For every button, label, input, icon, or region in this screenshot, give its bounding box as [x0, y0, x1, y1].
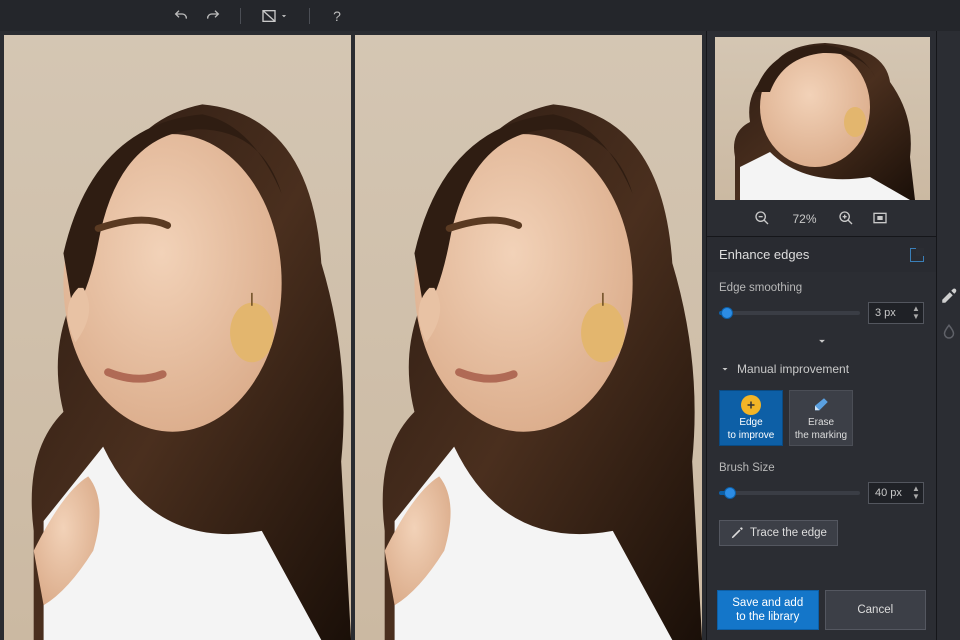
edge-smoothing-label: Edge smoothing [719, 282, 924, 294]
plus-circle-icon [741, 395, 761, 415]
popout-icon[interactable] [910, 248, 924, 262]
panel-footer: Save and add to the library Cancel [707, 582, 936, 640]
panel-header: Enhance edges [707, 237, 936, 272]
cancel-button[interactable]: Cancel [825, 590, 927, 630]
edge-smoothing-stepper[interactable]: 3 px ▲▼ [868, 302, 924, 324]
eyedropper-icon[interactable] [940, 287, 958, 305]
chevron-down-icon [279, 11, 289, 21]
trace-edge-button[interactable]: Trace the edge [719, 520, 838, 546]
undo-button[interactable] [170, 5, 192, 27]
toolbar-separator [309, 8, 310, 24]
panel-title: Enhance edges [719, 247, 809, 262]
droplet-icon[interactable] [940, 323, 958, 341]
edge-smoothing-slider[interactable] [719, 311, 860, 315]
help-button[interactable]: ? [326, 5, 348, 27]
preview-thumbnail[interactable] [707, 31, 936, 204]
erase-marking-tool[interactable]: Erase the marking [789, 390, 853, 446]
redo-button[interactable] [202, 5, 224, 27]
step-down-icon[interactable]: ▼ [911, 493, 921, 501]
eraser-icon [811, 395, 831, 415]
zoom-value: 72% [788, 212, 822, 226]
save-add-library-button[interactable]: Save and add to the library [717, 590, 819, 630]
right-toolstrip [936, 31, 960, 640]
fit-screen-icon[interactable] [872, 210, 890, 228]
after-pane[interactable] [355, 35, 702, 640]
top-toolbar: ? [0, 0, 960, 31]
zoom-out-icon[interactable] [754, 210, 772, 228]
collapse-chevron-icon[interactable] [719, 332, 924, 348]
side-panel: 72% Enhance edges Edge smoothing [706, 31, 936, 640]
toolbar-separator [240, 8, 241, 24]
step-down-icon[interactable]: ▼ [911, 313, 921, 321]
brush-size-label: Brush Size [719, 462, 924, 474]
canvas-compare-area [0, 31, 706, 640]
pencil-icon [730, 526, 744, 540]
brush-size-stepper[interactable]: 40 px ▲▼ [868, 482, 924, 504]
before-pane[interactable] [4, 35, 351, 640]
brush-size-slider[interactable] [719, 491, 860, 495]
edge-to-improve-tool[interactable]: Edge to improve [719, 390, 783, 446]
view-mode-dropdown[interactable] [257, 8, 293, 24]
zoom-in-icon[interactable] [838, 210, 856, 228]
manual-improvement-header[interactable]: Manual improvement [719, 362, 924, 376]
